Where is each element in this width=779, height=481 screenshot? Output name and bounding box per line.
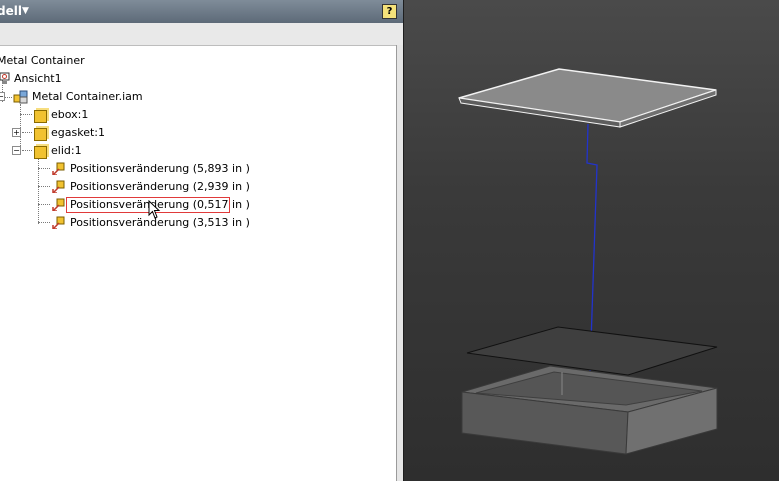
part-icon <box>34 146 47 159</box>
tree-item-egasket-label: egasket:1 <box>51 126 105 139</box>
panel-scrollbar[interactable] <box>396 45 403 481</box>
tree-root-label: Metal Container <box>0 54 85 67</box>
collapse-icon[interactable]: − <box>12 146 21 155</box>
mouse-cursor-icon <box>148 200 161 219</box>
collapse-icon[interactable]: − <box>0 92 5 101</box>
expand-icon[interactable]: + <box>12 128 21 137</box>
tree-item-egasket[interactable]: + egasket:1 <box>0 125 200 141</box>
tree-item-position-change[interactable]: Positionsveränderung (5,893 in ) <box>0 161 250 177</box>
tree-item-ebox[interactable]: ebox:1 <box>0 107 200 123</box>
tree-item-elid[interactable]: − elid:1 <box>0 143 200 159</box>
position-change-icon <box>52 198 65 211</box>
panel-title[interactable]: dell <box>0 4 22 18</box>
tree-root[interactable]: Metal Container <box>0 53 200 69</box>
position-change-icon <box>52 162 65 175</box>
assembly-icon <box>13 90 28 104</box>
tree-item-position-change[interactable]: Positionsveränderung (0,517 in ) <box>0 197 250 213</box>
view-rep-icon <box>0 72 10 84</box>
gasket-part[interactable] <box>466 326 718 376</box>
tree-item-assembly[interactable]: Metal Container.iam <box>0 89 220 105</box>
panel-header: dell ▼ ? <box>0 0 403 23</box>
box-part[interactable] <box>461 365 718 455</box>
panel-toolbar <box>0 23 403 46</box>
tree-item-position-change-label: Positionsveränderung (5,893 in ) <box>70 162 250 175</box>
chevron-down-icon[interactable]: ▼ <box>22 6 29 16</box>
tree-item-position-change[interactable]: Positionsveränderung (3,513 in ) <box>0 215 250 231</box>
part-icon <box>34 110 47 123</box>
model-browser-panel: dell ▼ ? Metal Container Ansicht1 Metal … <box>0 0 403 481</box>
tree-item-elid-label: elid:1 <box>51 144 82 157</box>
part-icon <box>34 128 47 141</box>
lid-part[interactable] <box>458 68 717 128</box>
tree-item-ebox-label: ebox:1 <box>51 108 89 121</box>
help-button[interactable]: ? <box>382 4 397 19</box>
tree-item-view-label: Ansicht1 <box>14 72 62 85</box>
tree-item-view[interactable]: Ansicht1 <box>0 71 200 87</box>
tree-item-assembly-label: Metal Container.iam <box>32 90 143 103</box>
model-view <box>458 68 718 455</box>
position-change-icon <box>52 216 65 229</box>
tree-item-position-change[interactable]: Positionsveränderung (2,939 in ) <box>0 179 250 195</box>
tree-item-position-change-label: Positionsveränderung (2,939 in ) <box>70 180 250 193</box>
position-change-icon <box>52 180 65 193</box>
graphics-viewport[interactable] <box>403 0 779 481</box>
